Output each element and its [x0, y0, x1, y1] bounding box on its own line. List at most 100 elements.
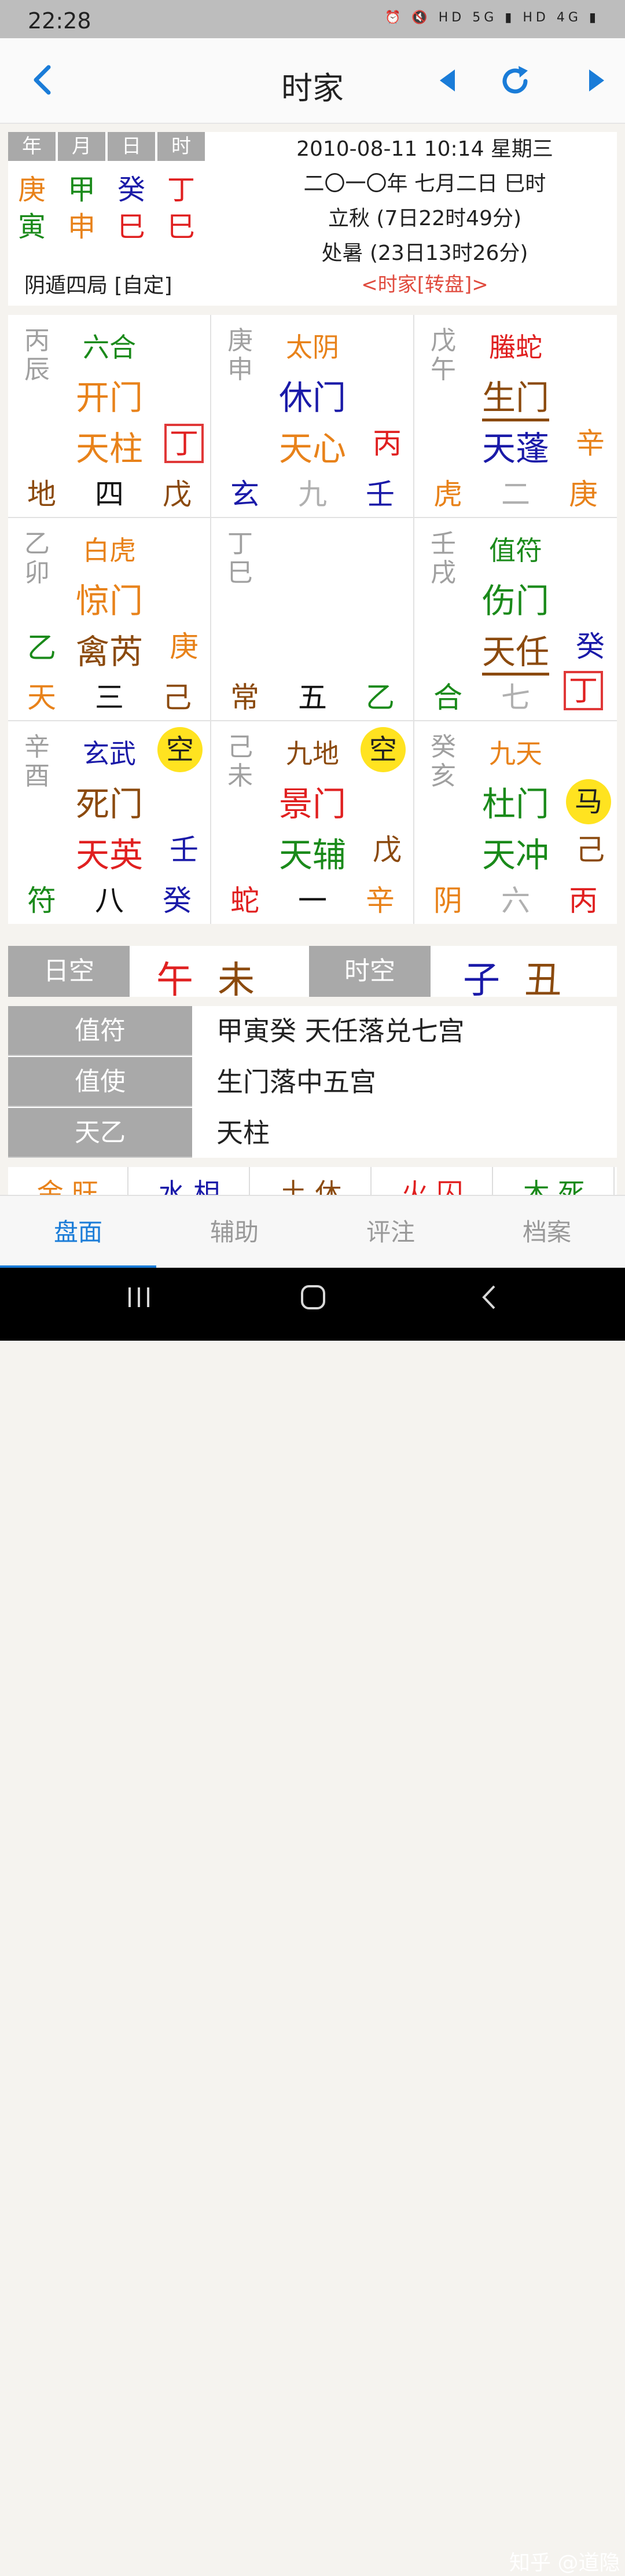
palace-cell[interactable]: 辛酉 玄武 死门 天英壬符 八 癸 空 — [8, 721, 210, 923]
palace-stem-branch: 庚申 — [227, 326, 253, 384]
palace-stem-branch: 己未 — [227, 732, 253, 791]
palace-heaven-stem: 丁 — [164, 424, 204, 463]
back-icon[interactable] — [480, 1284, 498, 1313]
palace-heaven-stem: 戊 — [373, 833, 402, 867]
palace-heaven-stem: 己 — [576, 833, 605, 867]
pillar-branch: 巳 — [167, 211, 195, 243]
star-text: 天任 — [481, 632, 549, 676]
element-status: 金 旺 — [8, 1167, 128, 1195]
previous-triangle-icon[interactable] — [439, 68, 456, 95]
palace-earth-stem: 戊 — [163, 478, 192, 511]
pillar-stem: 丁 — [167, 174, 195, 206]
palace-spirit: 地 — [27, 478, 56, 511]
palace-number: 二 — [501, 478, 530, 511]
system-nav-bar: 知乎 @道隐 — [0, 1268, 625, 2575]
pillar-header: 月 — [58, 132, 105, 161]
palace-number: 一 — [298, 884, 327, 918]
hour-empty-label: 时空 — [309, 946, 431, 997]
solar-term-2: 处暑 (23日13时26分) — [321, 241, 528, 265]
tab-archive[interactable]: 档案 — [469, 1196, 625, 1269]
palace-star: 禽芮 — [75, 632, 143, 671]
pillar-stem: 癸 — [117, 174, 145, 206]
palace-stem-branch: 壬戌 — [431, 529, 456, 588]
tab-chart[interactable]: 盘面 — [0, 1196, 156, 1269]
palace-cell[interactable]: 庚申 太阴 休门 天心丙玄 九 壬 — [211, 315, 413, 517]
empty-badge: 空 — [157, 727, 203, 772]
palace-door: 生门 — [461, 370, 571, 421]
palace-heaven-stem: 庚 — [170, 630, 198, 663]
refresh-icon[interactable] — [499, 65, 531, 100]
palace-star: 天蓬 — [481, 429, 549, 468]
palace-heaven-stem: 丙 — [373, 427, 402, 460]
palace-heaven-stem: 癸 — [576, 630, 605, 663]
palace-earth-stem: 丙 — [569, 884, 598, 918]
palace-door: 杜门 — [481, 784, 549, 824]
palace-star: 天冲 — [481, 835, 549, 875]
palace-deity: 值符 — [489, 535, 542, 566]
palace-stem-branch: 癸亥 — [431, 732, 456, 791]
palace-cell[interactable]: 壬戌 值符 伤门 天任癸合 七 丁 — [414, 518, 616, 720]
palace-star: 天任 — [461, 625, 571, 676]
home-icon[interactable] — [300, 1284, 326, 1313]
day-empty-label: 日空 — [8, 946, 130, 997]
palace-star: 天英 — [75, 835, 143, 875]
palace-stem-branch: 丙辰 — [24, 326, 50, 384]
palace-door: 伤门 — [481, 581, 549, 621]
palace-cell[interactable]: 丙辰 六合 开门 天柱丁地 四 戊 — [8, 315, 210, 517]
app-bar: 时家 — [0, 38, 625, 124]
duty-label: 值符 — [8, 1006, 192, 1056]
lunar-datetime: 二〇一〇年 七月二日 巳时 — [303, 172, 546, 196]
solar-term-1: 立秋 (7日22时49分) — [328, 207, 522, 230]
palace-deity: 玄武 — [83, 738, 136, 769]
palace-spirit: 天 — [27, 681, 56, 714]
next-triangle-icon[interactable] — [588, 68, 605, 95]
watermark: 知乎 @道隐 — [509, 2551, 620, 2575]
five-elements-row: 金 旺水 相土 休火 囚木 死 — [8, 1167, 617, 1195]
palace-deity: 螣蛇 — [489, 332, 542, 363]
status-bar: 22:28 ⏰ 🔇 HD 5G ▮ HD 4G ▮ — [0, 0, 625, 38]
palace-star: 天心 — [278, 429, 346, 468]
palace-cell[interactable]: 丁巳常 五 乙 — [211, 518, 413, 720]
door-text: 生门 — [481, 378, 549, 421]
palace-cell[interactable]: 癸亥 九天 杜门 天冲己阴 六 丙 马 — [414, 721, 616, 923]
status-time: 22:28 — [28, 8, 91, 34]
element-status: 土 休 — [251, 1167, 372, 1195]
page-title: 时家 — [281, 70, 344, 107]
palace-earth-stem: 乙 — [366, 681, 395, 714]
duty-value: 甲寅癸 天任落兑七宫 — [216, 1015, 465, 1047]
pillar-header: 日 — [108, 132, 155, 161]
duty-label: 天乙 — [8, 1108, 192, 1158]
status-icons: ⏰ 🔇 HD 5G ▮ HD 4G ▮ — [384, 10, 600, 25]
palace-stem-branch: 辛酉 — [24, 732, 50, 791]
duty-table: 值符 甲寅癸 天任落兑七宫 值使 生门落中五宫 天乙 天柱 — [8, 1006, 617, 1158]
palace-cell[interactable]: 戊午 螣蛇 生门 天蓬辛虎 二 庚 — [414, 315, 616, 517]
tab-notes[interactable]: 评注 — [312, 1196, 469, 1269]
pillar-branch: 申 — [67, 211, 95, 243]
palace-stem-branch: 丁巳 — [227, 529, 253, 588]
tab-assist[interactable]: 辅助 — [156, 1196, 312, 1269]
day-empty-branch: 未 — [218, 959, 255, 1002]
mode-switch-link[interactable]: <时家[转盘]> — [240, 269, 610, 297]
palace-cell[interactable]: 己未 九地 景门 天辅戊蛇 一 辛 空 — [211, 721, 413, 923]
palace-door: 景门 — [278, 784, 346, 824]
pillar-stem: 庚 — [17, 174, 46, 206]
palace-cell[interactable]: 乙卯 白虎 惊门 禽芮庚 乙天 三 己 — [8, 518, 210, 720]
palace-earth-stem: 己 — [163, 681, 192, 714]
duty-value: 天柱 — [216, 1117, 270, 1148]
element-status: 火 囚 — [373, 1167, 493, 1195]
recent-apps-icon[interactable] — [126, 1284, 152, 1312]
duty-value: 生门落中五宫 — [216, 1066, 376, 1098]
palace-spirit: 合 — [433, 681, 462, 714]
palace-number: 五 — [298, 681, 327, 714]
horse-badge: 马 — [566, 779, 611, 824]
palace-heaven-stem: 壬 — [170, 833, 198, 867]
hour-empty-branch: 丑 — [524, 959, 561, 1002]
hour-empty-branch: 子 — [463, 959, 500, 1002]
ju-label: 阴遁四局 [自定] — [24, 274, 172, 298]
palace-number: 六 — [501, 884, 530, 918]
palace-grid: 丙辰 六合 开门 天柱丁地四戊庚申 太阴 休门 天心丙玄九壬戊午 螣蛇 生门 天蓬辛虎二庚乙卯 白虎… — [8, 315, 617, 924]
element-status: 木 死 — [494, 1167, 615, 1195]
palace-deity: 太阴 — [286, 332, 339, 363]
empty-branches-row: 日空 午 未 时空 子 丑 — [8, 946, 617, 1002]
palace-number: 七 — [501, 681, 530, 714]
